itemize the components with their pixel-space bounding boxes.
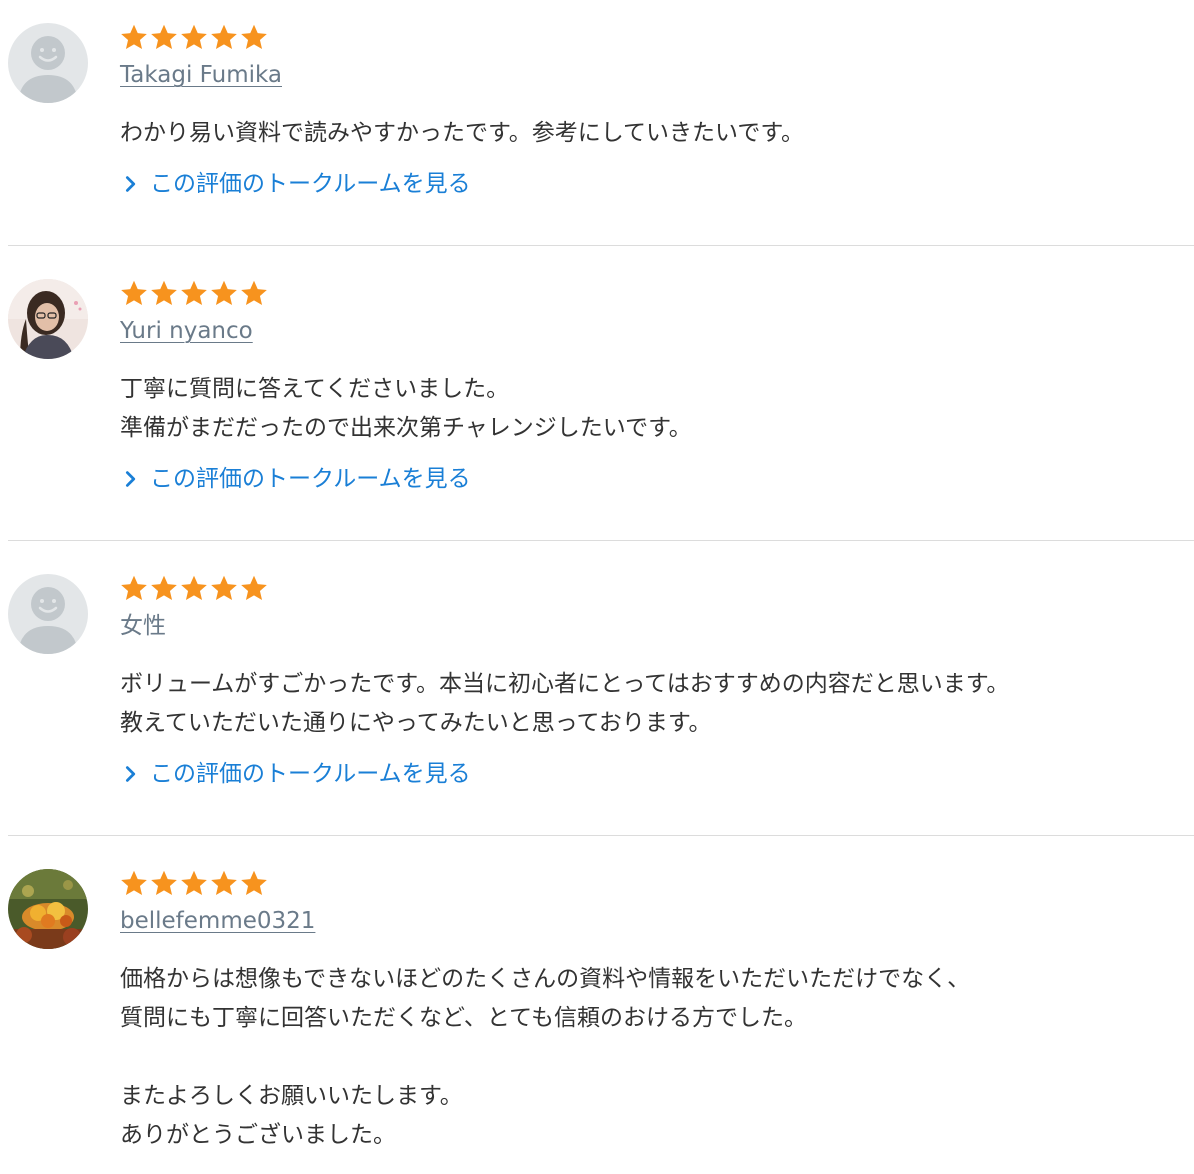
star-icon <box>180 869 208 897</box>
user-photo-avatar[interactable] <box>8 279 88 359</box>
view-talkroom-link[interactable]: この評価のトークルームを見る <box>120 758 1194 790</box>
username-link[interactable]: bellefemme0321 <box>120 906 1194 936</box>
star-icon <box>180 23 208 51</box>
rating-stars <box>120 276 1194 310</box>
review-item: bellefemme0321 価格からは想像もできないほどのたくさんの資料や情報… <box>8 836 1194 1174</box>
default-user-avatar-icon[interactable] <box>8 23 88 103</box>
star-icon <box>150 869 178 897</box>
username-link[interactable]: Yuri nyanco <box>120 316 1194 346</box>
star-icon <box>240 23 268 51</box>
review-content: bellefemme0321 価格からは想像もできないほどのたくさんの資料や情報… <box>120 866 1194 1155</box>
star-icon <box>240 279 268 307</box>
star-icon <box>240 869 268 897</box>
view-talkroom-label: この評価のトークルームを見る <box>150 171 471 197</box>
star-icon <box>150 574 178 602</box>
star-icon <box>210 23 238 51</box>
review-comment: ボリュームがすごかったです。本当に初心者にとってはおすすめの内容だと思います。 … <box>120 671 1010 736</box>
chevron-right-icon <box>120 173 142 195</box>
star-icon <box>180 279 208 307</box>
review-item: Yuri nyanco 丁寧に質問に答えてくださいました。 準備がまだだったので… <box>8 246 1194 541</box>
username-link[interactable]: Takagi Fumika <box>120 60 1194 90</box>
review-comment: わかり易い資料で読みやすかったです。参考にしていきたいです。 <box>120 120 805 146</box>
view-talkroom-label: この評価のトークルームを見る <box>150 761 471 787</box>
star-icon <box>240 574 268 602</box>
review-comment: 丁寧に質問に答えてくださいました。 準備がまだだったので出来次第チャレンジしたい… <box>120 376 692 441</box>
star-icon <box>120 574 148 602</box>
rating-stars <box>120 571 1194 605</box>
star-icon <box>180 574 208 602</box>
review-content: 女性 ボリュームがすごかったです。本当に初心者にとってはおすすめの内容だと思いま… <box>120 571 1194 790</box>
chevron-right-icon <box>120 468 142 490</box>
review-item: 女性 ボリュームがすごかったです。本当に初心者にとってはおすすめの内容だと思いま… <box>8 541 1194 836</box>
flower-photo-avatar[interactable] <box>8 869 88 949</box>
review-content: Takagi Fumika わかり易い資料で読みやすかったです。参考にしていきた… <box>120 20 1194 200</box>
star-icon <box>210 869 238 897</box>
review-comment: 価格からは想像もできないほどのたくさんの資料や情報をいただいただけでなく、 質問… <box>120 966 971 1148</box>
rating-stars <box>120 20 1194 54</box>
star-icon <box>150 279 178 307</box>
chevron-right-icon <box>120 763 142 785</box>
default-user-avatar-icon <box>8 574 88 654</box>
view-talkroom-link[interactable]: この評価のトークルームを見る <box>120 463 1194 495</box>
star-icon <box>150 23 178 51</box>
star-icon <box>120 23 148 51</box>
star-icon <box>120 869 148 897</box>
username-label: 女性 <box>120 613 166 639</box>
view-talkroom-label: この評価のトークルームを見る <box>150 466 471 492</box>
view-talkroom-link[interactable]: この評価のトークルームを見る <box>120 168 1194 200</box>
review-content: Yuri nyanco 丁寧に質問に答えてくださいました。 準備がまだだったので… <box>120 276 1194 495</box>
star-icon <box>210 574 238 602</box>
rating-stars <box>120 866 1194 900</box>
star-icon <box>210 279 238 307</box>
review-item: Takagi Fumika わかり易い資料で読みやすかったです。参考にしていきた… <box>8 0 1194 246</box>
star-icon <box>120 279 148 307</box>
